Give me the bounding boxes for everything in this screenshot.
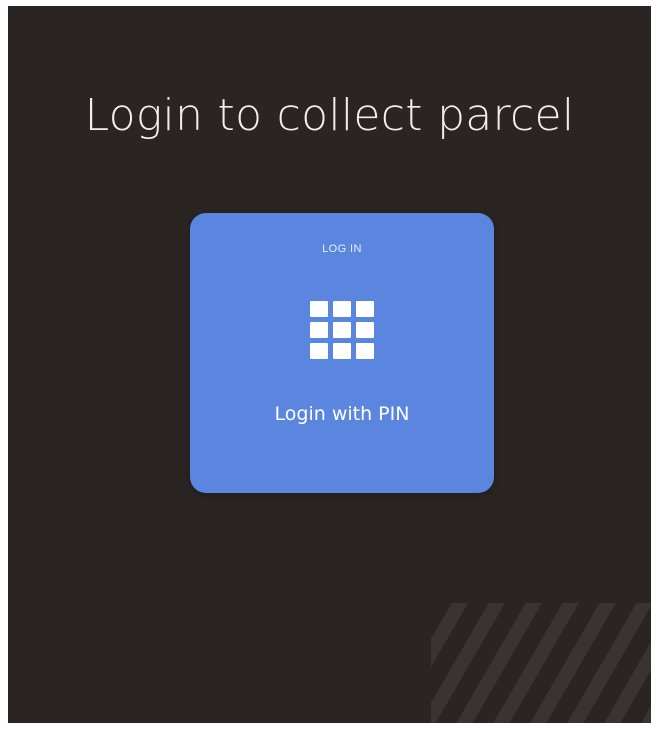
login-with-pin-button[interactable]: LOG IN Login with PIN <box>190 213 494 493</box>
keypad-grid-icon <box>307 301 377 365</box>
kiosk-screen: Login to collect parcel LOG IN Login wit… <box>8 6 651 723</box>
tile-label: Login with PIN <box>274 403 410 425</box>
tile-caption: LOG IN <box>322 243 362 255</box>
decorative-stripes <box>431 603 651 723</box>
page-title: Login to collect parcel <box>84 90 575 141</box>
